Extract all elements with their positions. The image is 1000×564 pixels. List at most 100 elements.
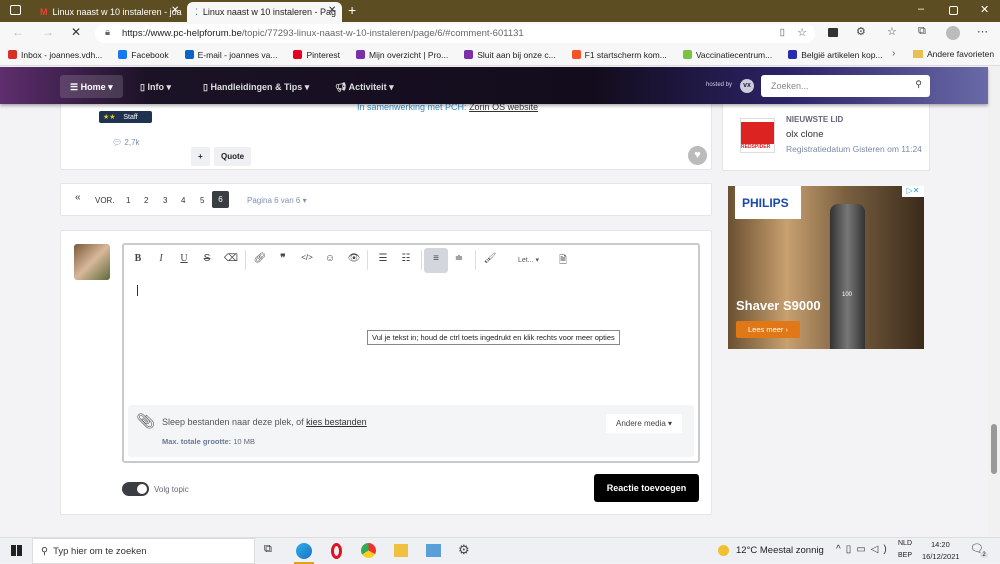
tray-icons[interactable]: ^▯▭◁): [836, 544, 892, 555]
search-icon[interactable]: ⚲: [915, 79, 922, 90]
first-page-button[interactable]: «: [75, 192, 81, 203]
numbered-list-icon[interactable]: ☷: [396, 253, 416, 264]
bookmark-label: F1 startscherm kom...: [584, 49, 667, 60]
chrome-icon[interactable]: [361, 543, 376, 558]
app-icon[interactable]: [426, 544, 441, 557]
puzzle-icon[interactable]: ⚙: [856, 25, 866, 38]
tab-actions-icon[interactable]: [10, 5, 21, 15]
page-1[interactable]: 1: [126, 196, 130, 205]
favorites-icon[interactable]: ☆: [887, 25, 897, 38]
nav-handleidingen[interactable]: ▯ Handleidingen & Tips ▾: [193, 75, 319, 98]
profile-avatar[interactable]: [946, 26, 960, 40]
bookmark-item[interactable]: Mijn overzicht | Pro...: [356, 50, 448, 60]
attachment-area[interactable]: 📎︎ Sleep bestanden naar deze plek, of ki…: [128, 405, 694, 457]
new-tab-icon[interactable]: +: [348, 2, 356, 18]
nav-label: Handleidingen & Tips: [210, 82, 303, 92]
bold-button[interactable]: B: [128, 253, 148, 264]
page-2[interactable]: 2: [144, 196, 148, 205]
philips-ad[interactable]: PHILIPS 100 Shaver S9000 Lees meer › ▷✕: [728, 186, 924, 349]
emoji-icon[interactable]: ☺: [320, 253, 340, 264]
link-icon[interactable]: 🔗︎: [250, 253, 270, 264]
host-logo[interactable]: vx: [740, 79, 754, 93]
bookmark-item[interactable]: Inbox - joannes.vdh...: [8, 50, 102, 60]
nav-info[interactable]: ▯ Info ▾: [130, 75, 181, 98]
eraser-icon[interactable]: ⌫: [221, 253, 241, 264]
minimize-icon[interactable]: –: [918, 3, 924, 15]
bullet-list-icon[interactable]: ☰: [373, 253, 393, 264]
ad-cta-button[interactable]: Lees meer ›: [736, 321, 800, 338]
windows-start-icon[interactable]: [11, 545, 22, 556]
bookmark-item[interactable]: F1 startscherm kom...: [571, 49, 667, 60]
other-media-button[interactable]: Andere media ▾: [606, 414, 683, 433]
adchoices-close-icon[interactable]: ▷✕: [902, 186, 924, 197]
align-center-button[interactable]: ≐: [449, 253, 469, 264]
settings-gear-icon[interactable]: ⚙: [458, 542, 470, 558]
scrollbar-thumb[interactable]: [991, 424, 997, 474]
bookmark-item[interactable]: Sluit aan bij onze c...: [464, 50, 556, 60]
taskbar-search-input[interactable]: ⚲ Typ hier om te zoeken: [32, 538, 255, 564]
italic-button[interactable]: I: [151, 253, 171, 264]
reader-icon[interactable]: ▯: [780, 27, 785, 38]
page-6-current[interactable]: 6: [212, 191, 229, 208]
extension-icon[interactable]: [828, 28, 838, 37]
collections-icon[interactable]: ⧉: [918, 25, 926, 38]
clock-time[interactable]: 14:20: [931, 540, 950, 549]
other-favorites[interactable]: Andere favorieten: [913, 49, 994, 59]
choose-files-link[interactable]: kies bestanden: [306, 417, 367, 427]
nav-home[interactable]: ☰ Home ▾: [60, 75, 123, 98]
tab-gmail[interactable]: M Linux naast w 10 instaleren - joa: [32, 2, 184, 22]
chevron-right-icon[interactable]: ›: [892, 48, 895, 59]
user-avatar[interactable]: [74, 244, 110, 280]
bookmark-item[interactable]: E-mail - joannes va...: [184, 50, 277, 60]
close-tab-icon[interactable]: ✕: [171, 5, 179, 16]
keyboard-layout[interactable]: BEP: [898, 552, 912, 559]
quote-icon[interactable]: ❞: [273, 253, 293, 264]
color-brush-icon[interactable]: 🖌︎: [480, 253, 500, 264]
source-doc-icon[interactable]: 🗎︎: [553, 253, 573, 270]
page-jump-dropdown[interactable]: Pagina 6 van 6 ▾: [247, 196, 307, 205]
code-icon[interactable]: </>: [297, 253, 317, 262]
editor[interactable]: Vul je tekst in; houd de ctrl toets inge…: [122, 243, 700, 463]
heart-icon[interactable]: ♥: [688, 146, 707, 165]
bookmark-item[interactable]: Facebook: [118, 50, 169, 60]
page-scrollbar[interactable]: [988, 67, 1000, 537]
tab-active[interactable]: ⁚ Linux naast w 10 instaleren - Pag: [187, 2, 342, 22]
submit-reply-button[interactable]: Reactie toevoegen: [594, 474, 699, 502]
follow-topic-toggle[interactable]: [122, 482, 149, 496]
stop-icon[interactable]: ✕: [71, 25, 81, 39]
back-icon[interactable]: ←: [12, 25, 24, 39]
bookmark-item[interactable]: België artikelen kop...: [788, 50, 883, 60]
close-window-icon[interactable]: ✕: [980, 3, 989, 16]
site-search-input[interactable]: Zoeken... ⚲: [761, 75, 930, 97]
align-left-button[interactable]: ≡: [424, 248, 448, 273]
task-view-icon[interactable]: ⧉: [264, 543, 272, 556]
bookmark-item[interactable]: Vaccinatiecentrum...: [682, 50, 772, 60]
font-dropdown[interactable]: Let... ▾: [518, 256, 539, 264]
bookmark-item[interactable]: Pinterest: [293, 50, 340, 60]
url-input[interactable]: 🔒︎ https://www.pc-helpforum.be/topic/7729…: [95, 24, 815, 43]
close-tab-icon[interactable]: ✕: [328, 5, 336, 16]
language-indicator[interactable]: NLD: [898, 540, 912, 547]
badge-stars: ★★: [103, 114, 116, 121]
opera-icon[interactable]: [331, 543, 342, 559]
multiquote-button[interactable]: +: [191, 147, 210, 166]
page-3[interactable]: 3: [163, 196, 167, 205]
prev-page-button[interactable]: VOR.: [95, 196, 115, 205]
nav-activiteit[interactable]: 📢︎ Activiteit ▾: [325, 75, 404, 98]
page-5[interactable]: 5: [200, 196, 204, 205]
edge-icon[interactable]: [296, 543, 312, 559]
clock-date[interactable]: 16/12/2021: [922, 552, 960, 561]
member-name-link[interactable]: olx clone: [786, 129, 824, 140]
member-avatar[interactable]: REDSPIDER: [740, 118, 775, 153]
more-icon[interactable]: ⋯: [977, 25, 988, 38]
underline-button[interactable]: U: [174, 253, 194, 264]
forward-icon[interactable]: →: [42, 25, 54, 39]
favorite-star-icon[interactable]: ☆: [797, 26, 807, 39]
maximize-icon[interactable]: [949, 6, 958, 15]
weather-text[interactable]: 12°C Meestal zonnig: [736, 545, 824, 556]
spoiler-eye-icon[interactable]: 👁︎: [344, 253, 364, 264]
strike-button[interactable]: S: [197, 253, 217, 264]
quote-button[interactable]: Quote: [214, 147, 252, 166]
page-4[interactable]: 4: [181, 196, 185, 205]
file-explorer-icon[interactable]: [394, 544, 408, 557]
